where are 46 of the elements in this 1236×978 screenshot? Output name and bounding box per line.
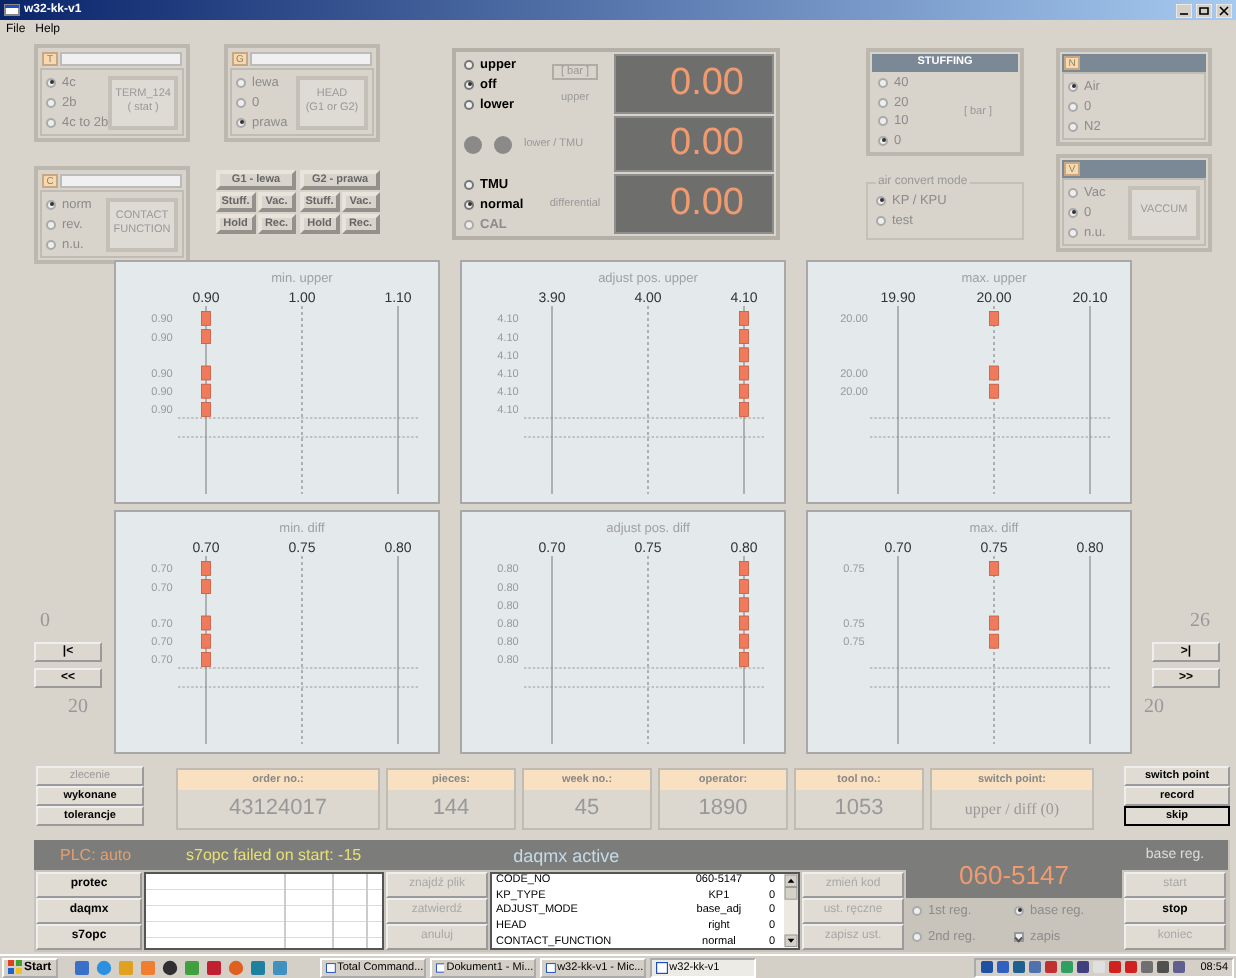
field-value: 1053 (796, 790, 922, 828)
page-number: 20 (1144, 696, 1166, 722)
page-number: 26 (1190, 610, 1212, 636)
field-value: 43124017 (178, 790, 378, 828)
field-value: 144 (388, 790, 514, 828)
data-point (201, 329, 211, 344)
data-point (739, 579, 749, 594)
data-point (739, 561, 749, 576)
window-icon (325, 961, 336, 973)
data-point (989, 561, 999, 576)
status-text: daqmx active (513, 845, 620, 865)
radio-button[interactable] (464, 99, 474, 109)
value-display: 0.00 (614, 116, 774, 172)
value-display: 0.00 (614, 54, 774, 114)
radio-button[interactable] (464, 199, 474, 209)
close-button[interactable] (1216, 3, 1232, 17)
data-point (201, 402, 211, 417)
field-value: upper / diff (0) (932, 790, 1092, 828)
window-icon (655, 961, 668, 973)
data-point (201, 561, 211, 576)
data-point (739, 402, 749, 417)
data-point (739, 652, 749, 667)
window-icon (545, 961, 556, 973)
minimize-button[interactable] (1176, 3, 1192, 17)
window-icon (4, 4, 20, 16)
maximize-button[interactable] (1196, 3, 1212, 17)
status-text: PLC: auto (60, 846, 134, 864)
window-icon (435, 961, 445, 973)
page-number: 20 (68, 696, 88, 722)
radio-button[interactable] (464, 59, 474, 69)
data-point (739, 329, 749, 344)
page-number: 0 (40, 610, 50, 636)
windows-logo-icon (8, 960, 22, 974)
data-point (201, 579, 211, 594)
radio-button[interactable] (464, 179, 474, 189)
scroll-bar[interactable] (784, 874, 798, 948)
data-point (989, 311, 999, 326)
status-text: s7opc failed on start: -15 (186, 846, 362, 864)
field-value: 45 (524, 790, 650, 828)
code-display: 060-5147 (906, 840, 1122, 898)
data-point (201, 652, 211, 667)
field-value: 1890 (660, 790, 786, 828)
radio-button[interactable] (464, 79, 474, 89)
data-point (739, 311, 749, 326)
data-point (201, 311, 211, 326)
value-display: 0.00 (614, 174, 774, 234)
